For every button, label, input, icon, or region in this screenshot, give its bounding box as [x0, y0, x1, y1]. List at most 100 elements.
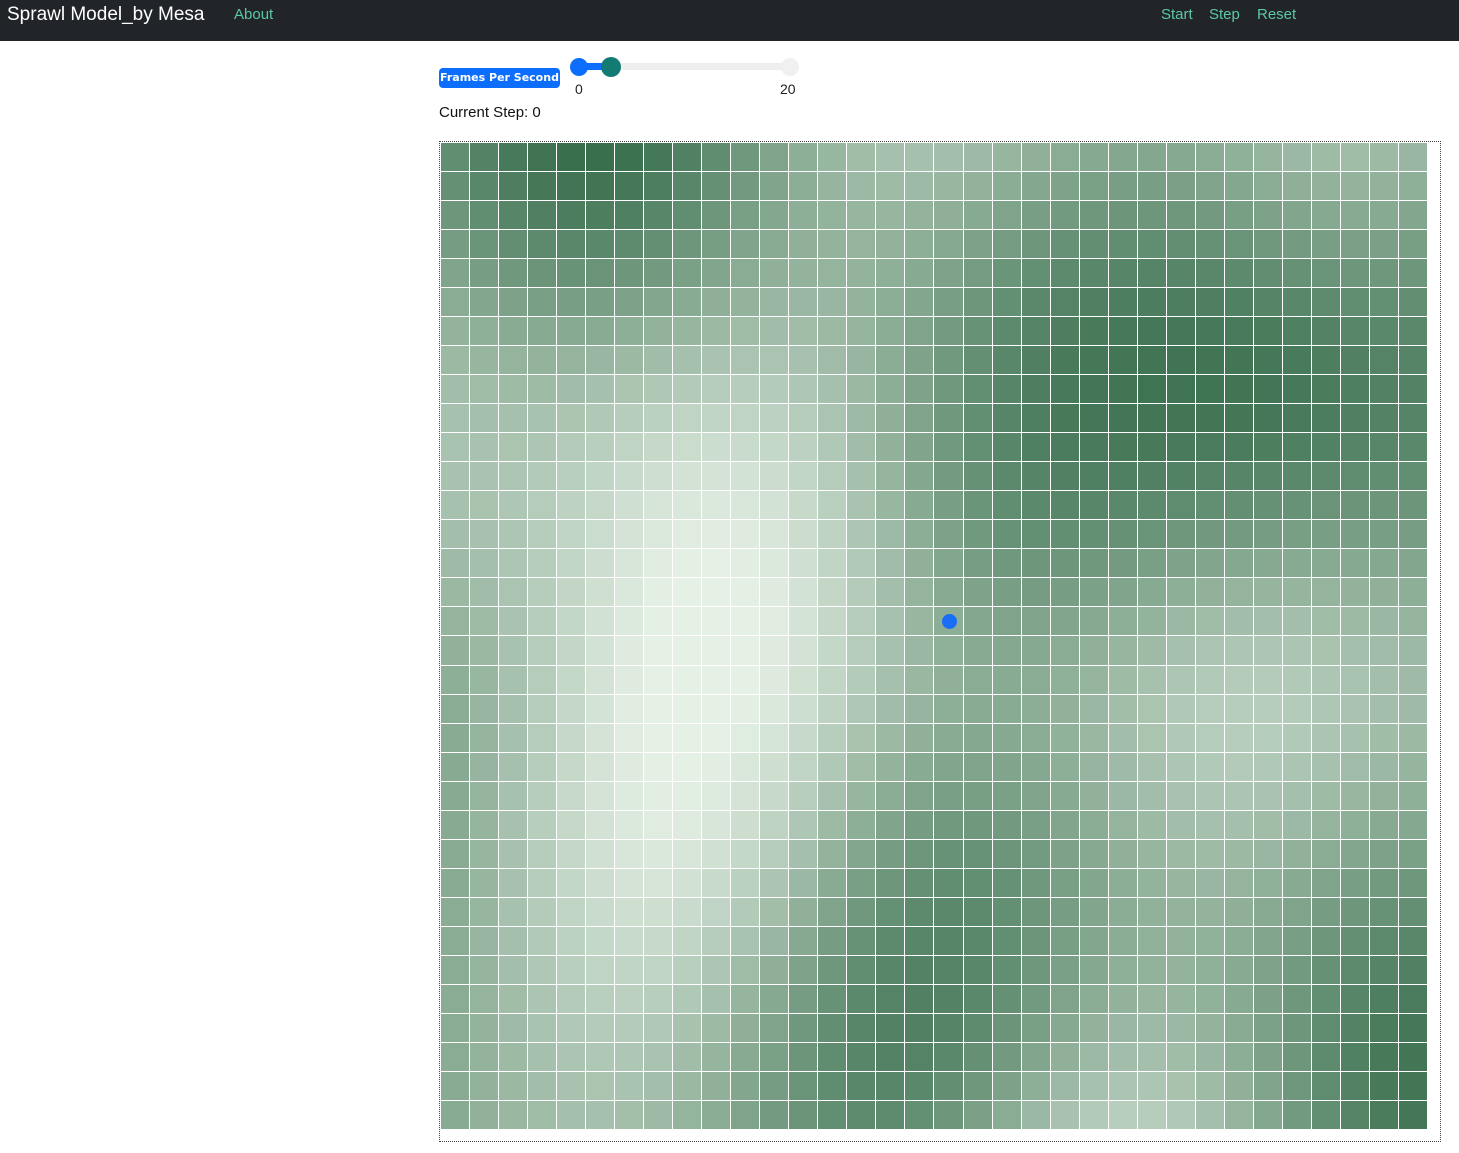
grid-cell — [644, 433, 673, 462]
grid-cell — [1108, 230, 1137, 259]
step-button[interactable]: Step — [1209, 6, 1240, 23]
grid-cell — [1369, 288, 1398, 317]
grid-cell — [441, 201, 470, 230]
grid-cell — [760, 1071, 789, 1100]
grid-cell — [818, 404, 847, 433]
grid-cell — [1398, 317, 1427, 346]
grid-cell — [1079, 897, 1108, 926]
grid-cell — [470, 868, 499, 897]
grid-cell — [586, 897, 615, 926]
grid-cell — [1282, 955, 1311, 984]
grid-cell — [1137, 1100, 1166, 1129]
grid-cell — [1369, 665, 1398, 694]
fps-slider-max-handle[interactable] — [781, 58, 799, 76]
grid-cell — [1166, 404, 1195, 433]
grid-cell — [557, 955, 586, 984]
grid-cell — [1050, 810, 1079, 839]
grid-cell — [1021, 201, 1050, 230]
grid-cell — [1398, 462, 1427, 491]
grid-cell — [644, 955, 673, 984]
grid-cell — [1050, 607, 1079, 636]
grid-cell — [644, 665, 673, 694]
grid-cell — [499, 897, 528, 926]
grid-cell — [963, 520, 992, 549]
app-title[interactable]: Sprawl Model_by Mesa — [7, 4, 204, 26]
grid-cell — [1369, 810, 1398, 839]
grid-cell — [702, 201, 731, 230]
about-link[interactable]: About — [234, 6, 273, 23]
grid-cell — [1195, 259, 1224, 288]
agent-marker[interactable] — [941, 614, 957, 630]
grid-cell — [615, 375, 644, 404]
grid-cell — [673, 955, 702, 984]
grid-cell — [905, 868, 934, 897]
grid-cell — [1369, 520, 1398, 549]
grid-cell — [673, 462, 702, 491]
grid-cell — [586, 143, 615, 172]
grid-cell — [1050, 462, 1079, 491]
grid-cell — [528, 578, 557, 607]
grid-cell — [1079, 288, 1108, 317]
grid-cell — [934, 520, 963, 549]
grid-cell — [673, 433, 702, 462]
grid-cell — [934, 346, 963, 375]
grid-cell — [1340, 723, 1369, 752]
grid-cell — [1311, 317, 1340, 346]
grid-cell — [1021, 1071, 1050, 1100]
grid-cell — [1340, 1100, 1369, 1129]
grid-cell — [1195, 810, 1224, 839]
grid-cell — [673, 578, 702, 607]
grid-cell — [1166, 346, 1195, 375]
grid-cell — [1340, 810, 1369, 839]
grid-cell — [1311, 752, 1340, 781]
fps-slider-value-handle[interactable] — [601, 57, 621, 77]
grid-cell — [1195, 201, 1224, 230]
grid-cell — [1340, 259, 1369, 288]
grid-cell — [1021, 346, 1050, 375]
start-button[interactable]: Start — [1161, 6, 1193, 23]
grid-cell — [1311, 607, 1340, 636]
grid-cell — [1398, 781, 1427, 810]
grid-cell — [528, 984, 557, 1013]
grid-cell — [586, 172, 615, 201]
grid-cell — [1398, 723, 1427, 752]
grid-cell — [702, 317, 731, 346]
grid-cell — [760, 723, 789, 752]
grid-canvas[interactable] — [439, 141, 1441, 1142]
grid-cell — [615, 839, 644, 868]
grid-cell — [789, 636, 818, 665]
grid-cell — [1195, 839, 1224, 868]
grid-cell — [1224, 172, 1253, 201]
grid-cell — [934, 578, 963, 607]
grid-cell — [992, 984, 1021, 1013]
grid-cell — [1282, 636, 1311, 665]
grid-cell — [789, 346, 818, 375]
reset-button[interactable]: Reset — [1257, 6, 1296, 23]
grid-cell — [1195, 694, 1224, 723]
grid-cell — [528, 1100, 557, 1129]
grid-cell — [615, 868, 644, 897]
grid-cell — [963, 810, 992, 839]
grid-cell — [1282, 172, 1311, 201]
grid-cell — [1253, 143, 1282, 172]
grid-cell — [905, 1071, 934, 1100]
grid-cell — [528, 317, 557, 346]
grid-cell — [615, 723, 644, 752]
grid-cell — [1108, 317, 1137, 346]
grid-cell — [847, 259, 876, 288]
grid-cell — [441, 1042, 470, 1071]
grid-cell — [789, 984, 818, 1013]
fps-slider-min-handle[interactable] — [570, 58, 588, 76]
grid-cell — [1224, 868, 1253, 897]
grid-cell — [644, 926, 673, 955]
grid-cell — [934, 1042, 963, 1071]
grid-cell — [441, 752, 470, 781]
grid-cell — [1311, 926, 1340, 955]
grid-cell — [847, 375, 876, 404]
grid-cell — [702, 1100, 731, 1129]
grid-cell — [905, 259, 934, 288]
grid-cell — [789, 491, 818, 520]
grid-cell — [818, 607, 847, 636]
grid-cell — [1282, 607, 1311, 636]
grid-cell — [1224, 143, 1253, 172]
